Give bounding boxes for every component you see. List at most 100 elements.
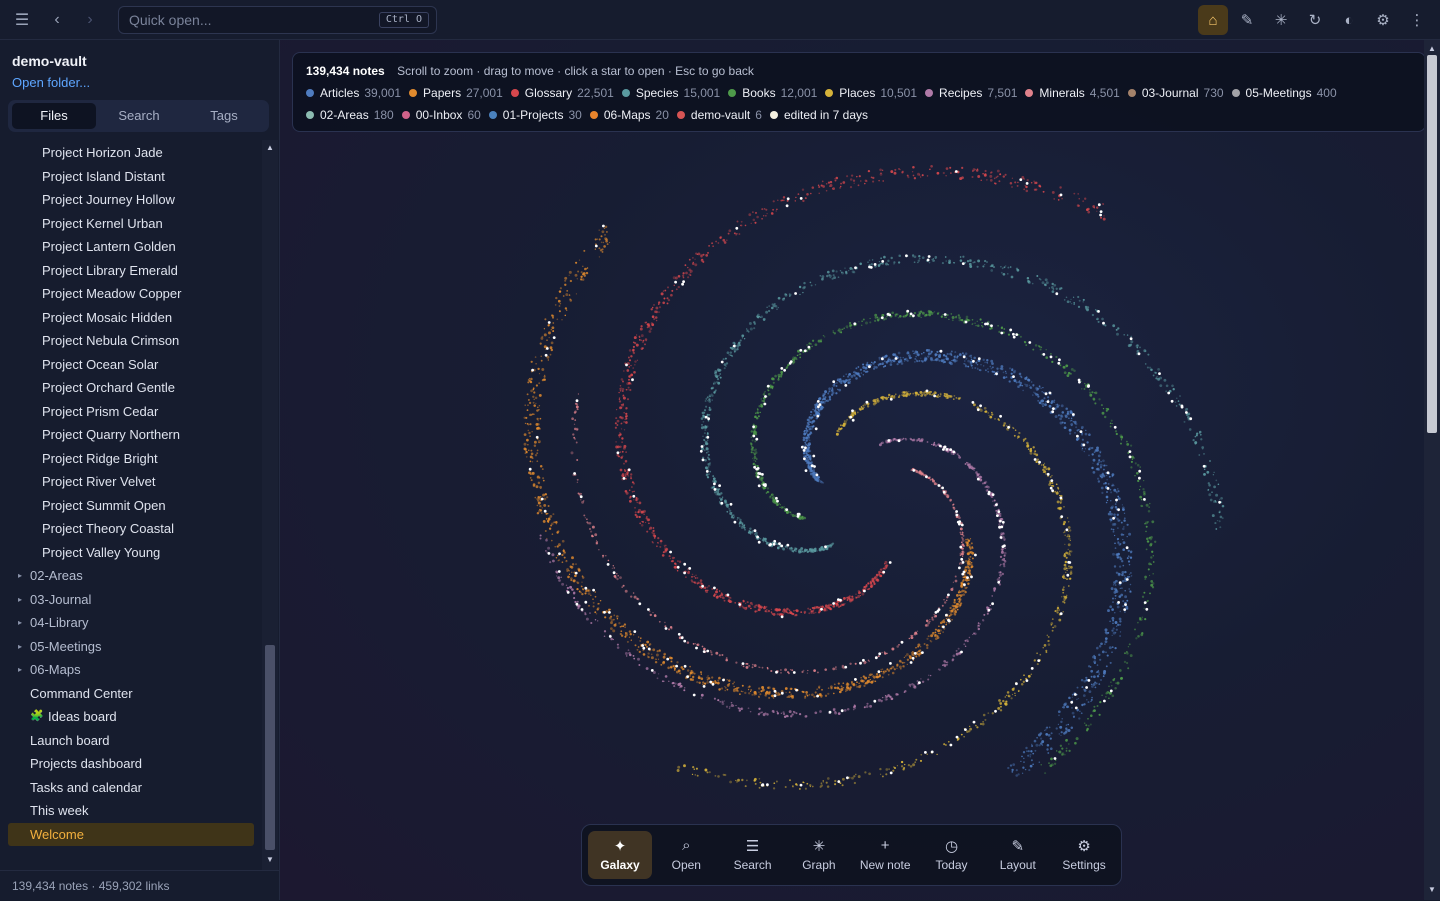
- forward-button[interactable]: ›: [76, 6, 104, 34]
- file-label: Command Center: [30, 685, 133, 701]
- dock-graph-button[interactable]: ✳ Graph: [787, 831, 851, 879]
- galaxy-arm[interactable]: [749, 309, 1157, 775]
- file-item[interactable]: Project Quarry Northern: [8, 423, 254, 446]
- legend-color-dot: [1025, 89, 1034, 97]
- file-item[interactable]: Project Journey Hollow: [8, 188, 254, 211]
- galaxy-arm[interactable]: [523, 225, 975, 699]
- file-item[interactable]: Project Kernel Urban: [8, 212, 254, 235]
- galaxy-arm[interactable]: [700, 254, 1225, 554]
- file-item[interactable]: 🧩 Ideas board: [8, 705, 254, 728]
- recent-stars[interactable]: [528, 170, 1221, 787]
- tab-files[interactable]: Files: [12, 103, 96, 129]
- open-folder-link[interactable]: Open folder...: [12, 75, 90, 90]
- legend-item[interactable]: 05-Meetings 400: [1231, 86, 1337, 100]
- settings-button[interactable]: ⚙: [1368, 5, 1398, 35]
- file-item[interactable]: Project Summit Open: [8, 494, 254, 517]
- legend-color-dot: [409, 89, 418, 97]
- legend-item[interactable]: Papers 27,001: [409, 86, 503, 100]
- chevron-right-icon[interactable]: ▸: [18, 658, 22, 681]
- scroll-down-arrow[interactable]: ▼: [265, 855, 275, 865]
- dock-search-button[interactable]: ☰ Search: [721, 831, 785, 879]
- file-item[interactable]: Launch board: [8, 729, 254, 752]
- legend-item[interactable]: Minerals 4,501: [1025, 86, 1120, 100]
- tab-tags[interactable]: Tags: [182, 103, 266, 129]
- dock-layout-button[interactable]: ✎ Layout: [986, 831, 1050, 879]
- legend-name: Articles: [320, 86, 360, 100]
- legend-item[interactable]: Books 12,001: [728, 86, 817, 100]
- file-item[interactable]: Project Nebula Crimson: [8, 329, 254, 352]
- folder-item[interactable]: ▸ 02-Areas: [8, 564, 254, 587]
- file-item[interactable]: Project Ocean Solar: [8, 353, 254, 376]
- main-scrollbar[interactable]: ▲ ▼: [1424, 40, 1440, 900]
- scroll-up-arrow[interactable]: ▲: [265, 143, 275, 153]
- folder-item[interactable]: ▸ 04-Library: [8, 611, 254, 634]
- legend-item[interactable]: 01-Projects 30: [488, 108, 582, 122]
- file-item[interactable]: Projects dashboard: [8, 752, 254, 775]
- file-item[interactable]: Project Island Distant: [8, 165, 254, 188]
- chevron-right-icon[interactable]: ▸: [18, 611, 22, 634]
- folder-item[interactable]: ▸ 03-Journal: [8, 588, 254, 611]
- dock-label: Layout: [999, 858, 1036, 872]
- legend-item[interactable]: 03-Journal 730: [1127, 86, 1224, 100]
- home-button[interactable]: ⌂: [1198, 5, 1228, 35]
- file-item[interactable]: Project Valley Young: [8, 541, 254, 564]
- folder-item[interactable]: ▸ 05-Meetings: [8, 635, 254, 658]
- file-item[interactable]: Project Meadow Copper: [8, 282, 254, 305]
- legend-header: 139,434 notes Scroll to zoom · drag to m…: [306, 64, 754, 78]
- legend-item[interactable]: 06-Maps 20: [589, 108, 669, 122]
- file-item[interactable]: Project Library Emerald: [8, 259, 254, 282]
- legend-item[interactable]: Recipes 7,501: [925, 86, 1017, 100]
- file-item[interactable]: This week: [8, 799, 254, 822]
- chevron-right-icon[interactable]: ▸: [18, 564, 22, 587]
- legend-item[interactable]: demo-vault 6: [676, 108, 762, 122]
- galaxy-view[interactable]: 139,434 notes Scroll to zoom · drag to m…: [280, 40, 1440, 900]
- quick-open-input[interactable]: [129, 7, 379, 33]
- file-item[interactable]: Project Mosaic Hidden: [8, 306, 254, 329]
- menu-icon[interactable]: ☰: [8, 6, 36, 34]
- galaxy-arm[interactable]: [614, 164, 1106, 617]
- file-item[interactable]: Project Lantern Golden: [8, 235, 254, 258]
- main-scroll-down[interactable]: ▼: [1427, 885, 1437, 895]
- legend-item[interactable]: Species 15,001: [621, 86, 720, 100]
- graph-button[interactable]: ✳: [1266, 5, 1296, 35]
- main-scroll-up[interactable]: ▲: [1427, 44, 1437, 54]
- main-scrollbar-thumb[interactable]: [1427, 55, 1437, 433]
- galaxy-arm[interactable]: [539, 437, 1007, 718]
- chevron-right-icon[interactable]: ▸: [18, 588, 22, 611]
- quick-open-box[interactable]: Ctrl O: [118, 6, 437, 34]
- back-button[interactable]: ‹: [43, 6, 71, 34]
- chevron-right-icon[interactable]: ▸: [18, 635, 22, 658]
- legend-item[interactable]: edited in 7 days: [769, 108, 868, 122]
- dock-galaxy-button[interactable]: ✦ Galaxy: [588, 831, 652, 879]
- dock-new-note-button[interactable]: + New note: [853, 831, 917, 879]
- folder-item[interactable]: ▸ 06-Maps: [8, 658, 254, 681]
- tab-search[interactable]: Search: [97, 103, 181, 129]
- legend-item[interactable]: Places 10,501: [825, 86, 917, 100]
- legend-item[interactable]: Glossary 22,501: [510, 86, 614, 100]
- file-item[interactable]: Project River Velvet: [8, 470, 254, 493]
- dock-open-button[interactable]: ⌕ Open: [654, 831, 718, 879]
- file-item[interactable]: Project Orchard Gentle: [8, 376, 254, 399]
- legend-row: Articles 39,001 Papers 27,001 Glossary 22,501…: [306, 86, 1345, 100]
- file-item[interactable]: Command Center: [8, 682, 254, 705]
- file-tree: Project Horizon Jade Project Island Dista…: [0, 140, 262, 870]
- galaxy-arm[interactable]: [676, 390, 1073, 790]
- file-item[interactable]: Project Ridge Bright: [8, 447, 254, 470]
- file-item[interactable]: Project Theory Coastal: [8, 517, 254, 540]
- dock-settings-button[interactable]: ⚙ Settings: [1052, 831, 1116, 879]
- file-item[interactable]: Project Horizon Jade: [8, 141, 254, 164]
- file-item[interactable]: Project Prism Cedar: [8, 400, 254, 423]
- more-button[interactable]: ⋮: [1402, 5, 1432, 35]
- file-item[interactable]: Welcome: [8, 822, 254, 846]
- galaxy-canvas[interactable]: [280, 40, 1424, 900]
- dock-today-button[interactable]: ◷ Today: [920, 831, 984, 879]
- refresh-button[interactable]: ↻: [1300, 5, 1330, 35]
- legend-item[interactable]: Articles 39,001: [306, 86, 401, 100]
- legend-item[interactable]: 02-Areas 180: [306, 108, 394, 122]
- contrast-button[interactable]: ◐: [1334, 5, 1364, 35]
- pen-button[interactable]: ✎: [1232, 5, 1262, 35]
- legend-item[interactable]: 00-Inbox 60: [401, 108, 481, 122]
- file-item[interactable]: Tasks and calendar: [8, 776, 254, 799]
- scrollbar-thumb[interactable]: [265, 645, 275, 850]
- sidebar-scrollbar[interactable]: ▲ ▼: [262, 140, 278, 870]
